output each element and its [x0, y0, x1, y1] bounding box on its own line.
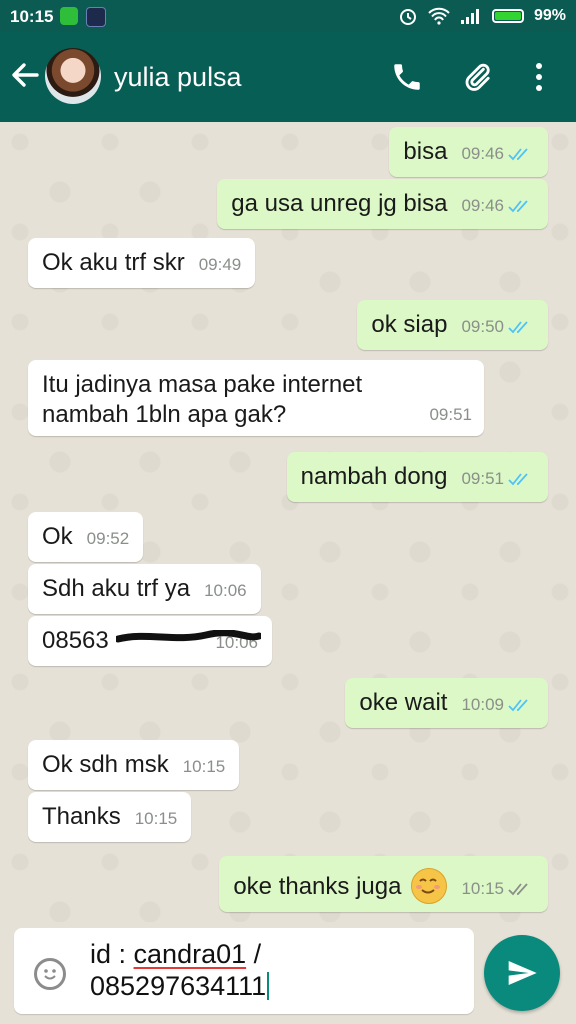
message-time: 09:49 — [198, 255, 242, 274]
read-ticks-icon — [508, 699, 528, 712]
message-bubble-outgoing[interactable]: oke wait 10:09 — [345, 678, 548, 728]
message-text: oke wait — [359, 689, 448, 716]
message-time: 09:51 — [461, 469, 504, 488]
send-icon — [508, 961, 537, 985]
signal-icon — [460, 9, 479, 24]
message-bubble-outgoing[interactable]: oke thanks juga 10:15 — [219, 856, 548, 912]
message-text: 08563 — [42, 627, 109, 654]
message-input[interactable]: id : candra01 / 085297634111 — [14, 928, 474, 1014]
read-ticks-icon — [508, 473, 528, 486]
message-text: Ok sdh msk — [42, 751, 169, 778]
message-input-text: id : candra01 / 085297634111 — [90, 938, 270, 1002]
redaction-scribble — [116, 630, 261, 643]
message-text: Ok aku trf skr — [42, 249, 185, 276]
message-time: 09:52 — [86, 529, 130, 548]
phone-icon[interactable] — [390, 60, 424, 94]
message-time: 10:09 — [461, 695, 504, 714]
message-bubble-outgoing[interactable]: ga usa unreg jg bisa 09:46 — [217, 179, 548, 229]
message-time: 10:15 — [134, 809, 178, 828]
input-line1-suffix: / — [246, 939, 262, 969]
message-text: Thanks — [42, 803, 121, 830]
status-time: 10:15 — [10, 7, 54, 26]
read-ticks-icon — [508, 148, 528, 161]
battery-icon — [491, 9, 524, 23]
back-arrow-icon[interactable] — [10, 60, 40, 90]
chat-header: yulia pulsa — [0, 32, 576, 122]
message-text: nambah dong — [300, 463, 448, 490]
read-ticks-icon — [508, 200, 528, 213]
message-text: ok siap — [371, 311, 448, 338]
message-time: 09:51 — [429, 405, 472, 424]
line-app-icon — [60, 7, 78, 25]
message-bubble-incoming[interactable]: Ok 09:52 — [28, 512, 144, 562]
bbm-app-icon — [86, 7, 106, 27]
message-bubble-incoming[interactable]: Itu jadinya masa pake internet nambah 1b… — [28, 360, 484, 436]
message-bubble-incoming[interactable]: Thanks 10:15 — [28, 792, 192, 842]
message-text: Sdh aku trf ya — [42, 575, 191, 602]
message-text-line: nambah 1bln apa gak? — [42, 401, 287, 428]
read-ticks-icon — [508, 321, 528, 334]
message-time: 10:06 — [204, 581, 247, 600]
wifi-icon — [428, 7, 450, 25]
chat-area[interactable]: bisa 09:46 ga usa unreg jg bisa 09:46 Ok… — [0, 122, 576, 922]
status-bar: 10:15 99% — [0, 0, 576, 32]
message-time: 09:46 — [461, 196, 504, 215]
message-bubble-incoming[interactable]: 08563 10:06 — [28, 616, 272, 666]
message-bubble-outgoing[interactable]: ok siap 09:50 — [357, 300, 548, 350]
send-button[interactable] — [484, 935, 560, 1011]
composer-bar: id : candra01 / 085297634111 — [0, 922, 576, 1024]
message-bubble-outgoing[interactable]: bisa 09:46 — [389, 127, 548, 177]
message-time: 09:46 — [461, 144, 504, 163]
alarm-icon — [399, 9, 416, 25]
message-time: 09:50 — [461, 317, 504, 336]
message-bubble-incoming[interactable]: Ok aku trf skr 09:49 — [28, 238, 256, 288]
contact-name[interactable]: yulia pulsa — [114, 62, 242, 93]
input-line2: 085297634111 — [90, 971, 267, 1001]
message-text: Ok — [42, 523, 73, 550]
text-caret — [267, 972, 270, 1000]
avatar[interactable] — [45, 48, 101, 104]
message-bubble-incoming[interactable]: Sdh aku trf ya 10:06 — [28, 564, 261, 614]
message-text: ga usa unreg jg bisa — [231, 190, 448, 217]
input-line1-prefix: id : — [90, 939, 134, 969]
input-misspelled-word: candra01 — [133, 939, 247, 969]
message-time: 10:15 — [182, 757, 226, 776]
relieved-face-icon — [411, 868, 448, 904]
message-time: 10:15 — [461, 879, 504, 898]
message-bubble-incoming[interactable]: Ok sdh msk 10:15 — [28, 740, 240, 790]
message-bubble-outgoing[interactable]: nambah dong 09:51 — [286, 452, 548, 502]
message-text-line: Itu jadinya masa pake internet — [42, 371, 363, 398]
message-text: bisa — [403, 138, 448, 165]
paperclip-icon[interactable] — [460, 60, 494, 94]
battery-percent: 99% — [533, 7, 566, 24]
message-text: oke thanks juga — [233, 873, 402, 900]
more-vert-icon[interactable] — [530, 60, 548, 94]
delivered-ticks-icon — [508, 883, 528, 896]
emoji-icon[interactable] — [34, 958, 66, 990]
